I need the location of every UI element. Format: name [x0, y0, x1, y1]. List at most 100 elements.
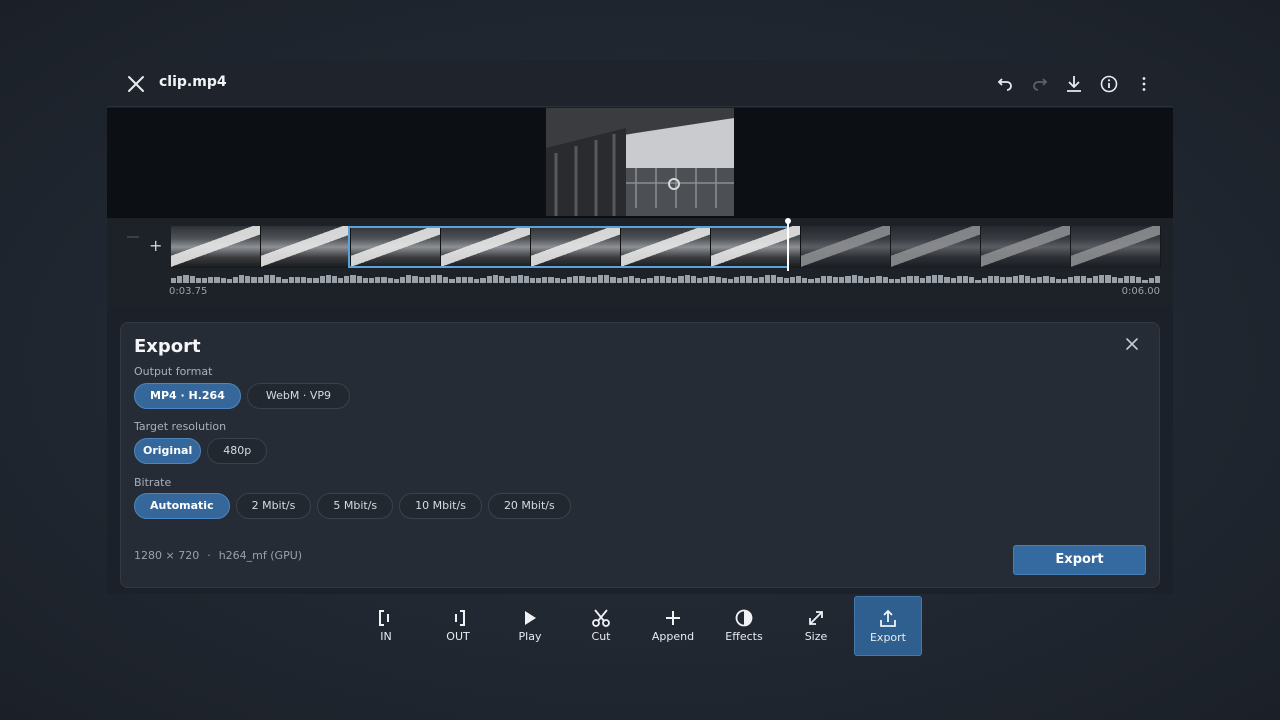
zoom-in-button[interactable]: +: [149, 238, 162, 254]
waveform-bar: [932, 275, 938, 283]
waveform-bar: [1018, 275, 1024, 283]
close-icon[interactable]: [125, 73, 147, 95]
bitrate-option-10[interactable]: 10 Mbit/s: [399, 493, 482, 519]
export-tool-button[interactable]: Export: [854, 596, 922, 656]
waveform-bar: [492, 275, 498, 283]
waveform-bar: [839, 277, 845, 283]
waveform-bar: [1142, 280, 1148, 283]
playhead[interactable]: [787, 221, 789, 271]
format-option-webm[interactable]: WebM · VP9: [246, 383, 350, 409]
waveform-bar: [1123, 276, 1130, 283]
waveform-bar: [344, 276, 350, 283]
waveform-bar: [690, 276, 696, 283]
export-button[interactable]: Export: [1013, 545, 1146, 575]
waveform-bar: [826, 276, 833, 283]
waveform-bar: [814, 278, 820, 283]
waveform-bar: [1099, 275, 1105, 283]
waveform-bar: [220, 278, 226, 283]
mark-out-button[interactable]: OUT: [424, 596, 492, 656]
waveform-bar: [857, 276, 863, 283]
zoom-out-button[interactable]: [127, 236, 139, 238]
meta-separator: ·: [207, 549, 211, 562]
bitrate-option-20[interactable]: 20 Mbit/s: [487, 493, 571, 519]
thumbnail: [981, 226, 1071, 268]
waveform-bar: [542, 277, 548, 283]
waveform-bar: [659, 276, 665, 283]
waveform-bar: [387, 278, 393, 283]
waveform-bar: [393, 279, 399, 283]
waveform-bar: [257, 277, 263, 283]
waveform-bar: [715, 277, 721, 283]
waveform-bar: [567, 277, 573, 283]
waveform-bar: [1148, 278, 1154, 283]
waveform-bar: [610, 277, 616, 283]
size-button[interactable]: Size: [782, 596, 850, 656]
mark-out-icon: [455, 610, 465, 626]
output-format-label: Output format: [134, 365, 213, 378]
waveform-bar: [294, 277, 300, 283]
waveform-bar: [288, 277, 294, 283]
info-icon[interactable]: [1098, 73, 1120, 95]
bitrate-option-2[interactable]: 2 Mbit/s: [235, 493, 312, 519]
waveform-bar: [795, 276, 802, 283]
download-icon[interactable]: [1063, 73, 1085, 95]
selection-range[interactable]: [348, 226, 789, 268]
more-vertical-icon[interactable]: [1133, 73, 1155, 95]
export-panel-title: Export: [134, 336, 201, 357]
mark-in-button[interactable]: IN: [352, 596, 420, 656]
waveform-bar: [882, 277, 888, 283]
waveform-bar: [424, 277, 430, 283]
effects-button[interactable]: Effects: [710, 596, 778, 656]
waveform-bar: [1154, 276, 1160, 283]
waveform-bar: [1136, 277, 1142, 283]
append-button[interactable]: Append: [639, 596, 707, 656]
output-format-options: MP4 · H.264 WebM · VP9: [134, 383, 350, 409]
waveform-bar: [350, 275, 356, 283]
waveform-bar: [721, 278, 727, 283]
thumbnail: [171, 226, 261, 268]
waveform-bar: [1105, 275, 1111, 283]
effects-label: Effects: [725, 630, 763, 643]
waveform-bar: [925, 276, 932, 283]
waveform-bar: [560, 279, 566, 283]
cut-button[interactable]: Cut: [567, 596, 635, 656]
waveform-bar: [468, 277, 474, 283]
waveform-bar: [808, 279, 814, 283]
waveform-bar: [678, 276, 684, 283]
waveform-bar: [573, 276, 579, 283]
close-icon[interactable]: [1123, 335, 1141, 353]
resolution-option-original[interactable]: Original: [134, 438, 202, 464]
waveform-bar: [641, 279, 647, 283]
preview-frame: [546, 108, 734, 216]
waveform-bar: [282, 279, 288, 283]
waveform-bar: [1043, 276, 1049, 283]
waveform-bar: [183, 275, 189, 283]
waveform-bar: [480, 278, 486, 283]
cut-label: Cut: [591, 630, 611, 643]
waveform-bar: [789, 277, 795, 283]
waveform-bar: [263, 275, 269, 283]
waveform-bar: [486, 276, 492, 283]
bitrate-option-automatic[interactable]: Automatic: [134, 493, 230, 519]
format-option-mp4[interactable]: MP4 · H.264: [134, 383, 241, 409]
waveform-bar: [1068, 277, 1074, 283]
waveform-bar: [449, 279, 455, 283]
waveform-bar: [969, 277, 975, 283]
resolution-option-480p[interactable]: 480p: [207, 438, 268, 464]
waveform-bar: [251, 277, 257, 283]
waveform-bar: [511, 276, 517, 283]
playhead-handle[interactable]: [785, 218, 791, 224]
waveform-bar: [833, 277, 839, 283]
redo-icon[interactable]: [1029, 73, 1051, 95]
bitrate-option-5[interactable]: 5 Mbit/s: [317, 493, 394, 519]
waveform-bar: [820, 276, 826, 283]
waveform-bar: [430, 275, 437, 283]
waveform-bar: [845, 276, 851, 283]
waveform-bar: [455, 277, 461, 283]
waveform-bar: [944, 277, 950, 283]
waveform-bar: [406, 275, 412, 283]
waveform-bar: [987, 276, 993, 283]
play-button[interactable]: Play: [496, 596, 564, 656]
undo-icon[interactable]: [994, 73, 1016, 95]
waveform-bar: [1117, 278, 1123, 283]
